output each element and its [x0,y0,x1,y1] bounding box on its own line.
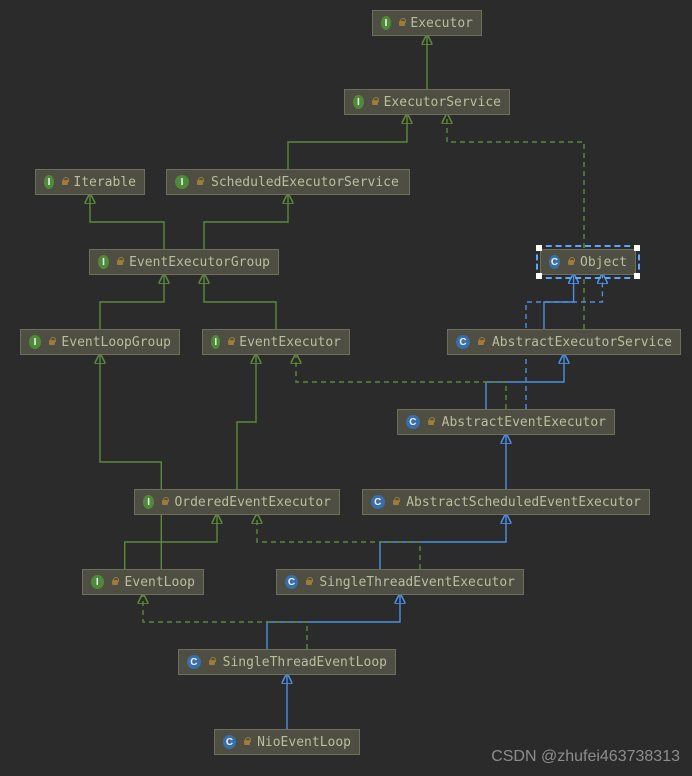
lock-icon [110,577,119,587]
uml-diagram[interactable]: I Executor I ExecutorService I Iterable I Sched… [0,0,692,776]
node-label: EventExecutorGroup [129,255,270,270]
node-label: ScheduledExecutorService [211,175,399,190]
lock-icon [47,337,56,347]
node-label: AbstractEventExecutor [442,415,606,430]
lock-icon [160,497,168,507]
interface-icon: I [353,95,364,109]
node-label: Object [580,255,627,270]
lock-icon [476,337,486,347]
uml-node-singleThreadEE[interactable]: C SingleThreadEventExecutor [276,569,524,595]
lock-icon [60,177,67,187]
node-label: NioEventLoop [257,735,351,750]
node-label: AbstractScheduledEventExecutor [406,495,641,510]
interface-icon: I [91,575,104,589]
uml-node-eventLoopGroup[interactable]: I EventLoopGroup [20,329,180,355]
uml-node-orderedEventExec[interactable]: I OrderedEventExecutor [134,489,340,515]
abstract-class-icon: C [285,575,298,589]
abstract-class-icon: C [223,735,236,749]
uml-node-singleThreadEL[interactable]: C SingleThreadEventLoop [178,649,396,675]
uml-node-eventExecGroup[interactable]: I EventExecutorGroup [89,249,279,275]
interface-icon: I [175,175,189,189]
node-label: EventExecutor [239,335,341,350]
interface-icon: I [44,175,54,189]
node-label: SingleThreadEventLoop [223,655,387,670]
uml-node-iterable[interactable]: I Iterable [35,169,145,195]
class-icon: C [549,255,560,269]
abstract-class-icon: C [456,335,470,349]
node-label: EventLoopGroup [61,335,171,350]
interface-icon: I [29,335,41,349]
selection-handle[interactable] [634,273,640,279]
lock-icon [304,577,313,587]
uml-node-eventExecutor[interactable]: I EventExecutor [202,329,350,355]
node-label: OrderedEventExecutor [174,495,331,510]
uml-node-executorService[interactable]: I ExecutorService [344,89,510,115]
lock-icon [566,257,574,267]
uml-node-scheduledExecSvc[interactable]: I ScheduledExecutorService [166,169,410,195]
lock-icon [242,737,251,747]
lock-icon [207,657,217,667]
node-label: Iterable [73,175,136,190]
uml-node-absSchedEventExec[interactable]: C AbstractScheduledEventExecutor [362,489,650,515]
node-label: EventLoop [125,575,195,590]
node-label: SingleThreadEventExecutor [319,575,515,590]
uml-node-nioEventLoop[interactable]: C NioEventLoop [214,729,360,755]
lock-icon [397,18,404,28]
abstract-class-icon: C [406,415,420,429]
lock-icon [391,497,401,507]
selection-handle[interactable] [634,245,640,251]
lock-icon [115,257,123,267]
node-label: ExecutorService [384,95,501,110]
lock-icon [370,97,378,107]
interface-icon: I [143,495,154,509]
node-label: AbstractExecutorService [492,335,672,350]
interface-icon: I [211,335,220,349]
uml-node-absEventExec[interactable]: C AbstractEventExecutor [397,409,615,435]
selection-handle[interactable] [536,273,542,279]
uml-node-object[interactable]: C Object [540,249,636,275]
uml-node-executor[interactable]: I Executor [372,10,482,36]
lock-icon [226,337,233,347]
lock-icon [195,177,205,187]
lock-icon [426,417,436,427]
selection-handle[interactable] [536,245,542,251]
uml-node-absExecSvc[interactable]: C AbstractExecutorService [447,329,681,355]
interface-icon: I [381,16,391,30]
abstract-class-icon: C [371,495,385,509]
watermark: CSDN @zhufei463738313 [491,748,680,766]
abstract-class-icon: C [187,655,201,669]
node-label: Executor [410,16,473,31]
uml-node-eventLoop[interactable]: I EventLoop [82,569,204,595]
interface-icon: I [98,255,109,269]
